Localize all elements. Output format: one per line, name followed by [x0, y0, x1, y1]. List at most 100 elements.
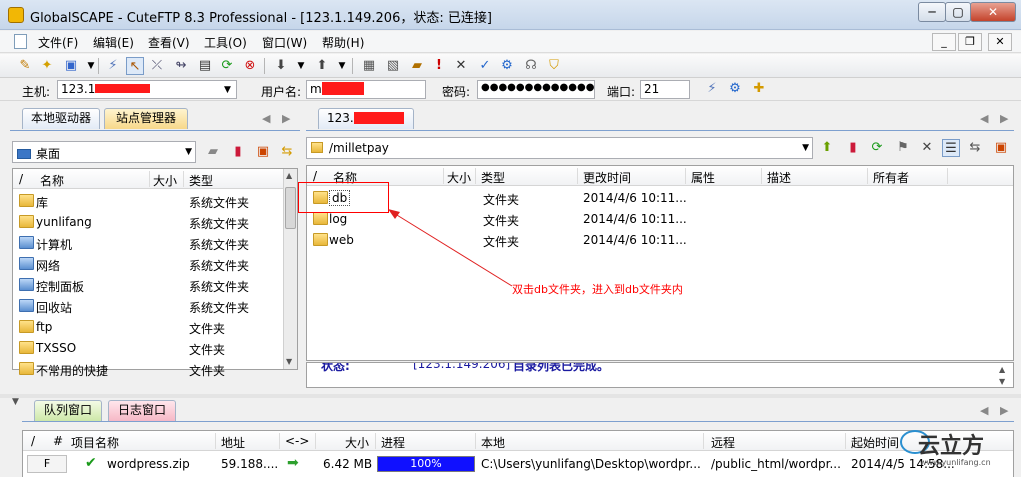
- quick-connect-icon[interactable]: ↖: [126, 57, 144, 75]
- remote-path-select[interactable]: /milletpay ▼: [306, 137, 813, 159]
- local-list-item[interactable]: 网络 系统文件夹: [13, 254, 283, 275]
- queue-col-sort[interactable]: /: [31, 434, 35, 448]
- security-shield-icon[interactable]: ⛉: [545, 57, 563, 75]
- port-input[interactable]: 21: [640, 80, 690, 99]
- local-bookmark-icon[interactable]: ▮: [229, 143, 247, 161]
- queue-tab-prev-icon[interactable]: ◀: [980, 404, 988, 417]
- menu-view[interactable]: 查看(V): [148, 34, 190, 51]
- new-site-icon[interactable]: ▣: [62, 57, 80, 75]
- stop-icon[interactable]: ⊗: [241, 57, 259, 75]
- wizard-icon[interactable]: ✦: [38, 57, 56, 75]
- left-tab-prev-icon[interactable]: ◀: [262, 112, 270, 125]
- refresh-icon[interactable]: ⟳: [218, 57, 236, 75]
- restore-button[interactable]: ▢: [945, 2, 971, 22]
- host-input[interactable]: 123.1: [57, 80, 237, 99]
- properties-icon[interactable]: ✓: [476, 57, 494, 75]
- log-scroll-up-icon[interactable]: ▲: [999, 365, 1005, 374]
- queue-col-direction[interactable]: <->: [285, 434, 309, 448]
- queue-collapse-icon[interactable]: ▼: [12, 397, 19, 407]
- tab-remote-session[interactable]: 123.: [318, 108, 414, 129]
- menu-file[interactable]: 文件(F): [38, 34, 78, 51]
- local-list-item[interactable]: 控制面板 系统文件夹: [13, 275, 283, 296]
- remote-filter-icon[interactable]: ⚑: [894, 139, 912, 157]
- remote-col-size[interactable]: 大小: [447, 169, 471, 186]
- support-icon[interactable]: ☊: [522, 57, 540, 75]
- remote-up-folder-icon[interactable]: ⬆: [818, 139, 836, 157]
- mdi-close-button[interactable]: ✕: [988, 33, 1012, 51]
- local-sync-icon[interactable]: ⇆: [278, 143, 296, 161]
- remote-col-sort[interactable]: /: [313, 169, 317, 183]
- remote-bookmark-icon[interactable]: ▮: [844, 139, 862, 157]
- queue-col-index[interactable]: #: [53, 434, 63, 448]
- left-tab-next-icon[interactable]: ▶: [282, 112, 290, 125]
- remote-col-modified[interactable]: 更改时间: [583, 169, 631, 186]
- local-list-item[interactable]: 库 系统文件夹: [13, 191, 283, 212]
- menu-tools[interactable]: 工具(O): [204, 34, 247, 51]
- log-scroll-down-icon[interactable]: ▼: [999, 377, 1005, 386]
- close-button[interactable]: ✕: [970, 2, 1016, 22]
- delete-icon[interactable]: ✕: [452, 57, 470, 75]
- menu-help[interactable]: 帮助(H): [322, 34, 364, 51]
- local-col-name[interactable]: 名称: [40, 172, 64, 189]
- minimize-button[interactable]: ─: [918, 2, 946, 22]
- disconnect-icon[interactable]: ⤫: [148, 57, 166, 75]
- view-file-icon[interactable]: ▦: [360, 57, 378, 75]
- queue-col-item-name[interactable]: 项目名称: [71, 434, 119, 451]
- local-scrollbar[interactable]: ▲ ▼: [283, 169, 297, 369]
- queue-col-size[interactable]: 大小: [345, 434, 369, 451]
- right-tab-next-icon[interactable]: ▶: [1000, 112, 1008, 125]
- reconnect-icon[interactable]: ↬: [172, 57, 190, 75]
- host-dropdown-icon[interactable]: ▼: [224, 85, 231, 95]
- password-input[interactable]: ●●●●●●●●●●●●●●: [477, 80, 595, 99]
- remote-refresh-icon[interactable]: ⟳: [868, 139, 886, 157]
- local-list-item[interactable]: TXSSO 文件夹: [13, 338, 283, 359]
- local-list-item[interactable]: 计算机 系统文件夹: [13, 233, 283, 254]
- queue-col-progress[interactable]: 进程: [381, 434, 405, 451]
- local-col-type[interactable]: 类型: [189, 172, 213, 189]
- username-input[interactable]: m: [306, 80, 426, 99]
- edit-file-icon[interactable]: ▧: [384, 57, 402, 75]
- local-list-item[interactable]: 回收站 系统文件夹: [13, 296, 283, 317]
- local-path-select[interactable]: 桌面 ▼: [12, 141, 196, 163]
- connect-icon[interactable]: ⚡: [104, 57, 122, 75]
- local-up-folder-icon[interactable]: ▰: [204, 143, 222, 161]
- remote-view-icon[interactable]: ☰: [942, 139, 960, 157]
- local-col-size[interactable]: 大小: [153, 172, 177, 189]
- menu-edit[interactable]: 编辑(E): [93, 34, 134, 51]
- mdi-minimize-button[interactable]: _: [932, 33, 956, 51]
- upload-icon[interactable]: ⬆: [313, 57, 331, 75]
- remote-delete-icon[interactable]: ✕: [918, 139, 936, 157]
- tab-site-manager[interactable]: 站点管理器: [104, 108, 188, 129]
- local-new-folder-icon[interactable]: ▣: [254, 143, 272, 161]
- right-tab-prev-icon[interactable]: ◀: [980, 112, 988, 125]
- alert-icon[interactable]: !: [430, 57, 448, 75]
- queue-row[interactable]: F ✔ wordpress.zip 59.188.... ➡ 6.42 MB 1…: [23, 455, 1013, 476]
- add-site-icon[interactable]: ✚: [750, 80, 768, 98]
- queue-col-start-time[interactable]: 起始时间: [851, 434, 899, 451]
- splitter[interactable]: [0, 394, 1021, 398]
- quick-connect-go-icon[interactable]: ⚡: [703, 80, 721, 98]
- print-icon[interactable]: ▤: [196, 57, 214, 75]
- remote-col-attributes[interactable]: 属性: [691, 169, 715, 186]
- tab-queue-window[interactable]: 队列窗口: [34, 400, 102, 421]
- queue-col-remote[interactable]: 远程: [711, 434, 735, 451]
- remote-new-folder-icon[interactable]: ▣: [992, 139, 1010, 157]
- folder-open-icon[interactable]: ▰: [408, 57, 426, 75]
- local-list-item[interactable]: yunlifang 系统文件夹: [13, 212, 283, 233]
- local-scroll-thumb[interactable]: [285, 187, 296, 229]
- queue-tab-next-icon[interactable]: ▶: [1000, 404, 1008, 417]
- local-list-item[interactable]: ftp 文件夹: [13, 317, 283, 338]
- remote-col-description[interactable]: 描述: [767, 169, 791, 186]
- settings-icon[interactable]: ⚙: [498, 57, 516, 75]
- remote-sync-icon[interactable]: ⇆: [966, 139, 984, 157]
- edit-icon[interactable]: ✎: [16, 57, 34, 75]
- remote-col-owner[interactable]: 所有者: [873, 169, 909, 186]
- local-list-item[interactable]: 不常用的快捷 文件夹: [13, 359, 283, 380]
- queue-col-address[interactable]: 地址: [221, 434, 245, 451]
- tab-log-window[interactable]: 日志窗口: [108, 400, 176, 421]
- download-icon[interactable]: ⬇: [272, 57, 290, 75]
- queue-col-local[interactable]: 本地: [481, 434, 505, 451]
- local-col-sort[interactable]: /: [19, 172, 23, 186]
- download-dropdown-icon[interactable]: ▼: [292, 57, 310, 75]
- menu-window[interactable]: 窗口(W): [262, 34, 307, 51]
